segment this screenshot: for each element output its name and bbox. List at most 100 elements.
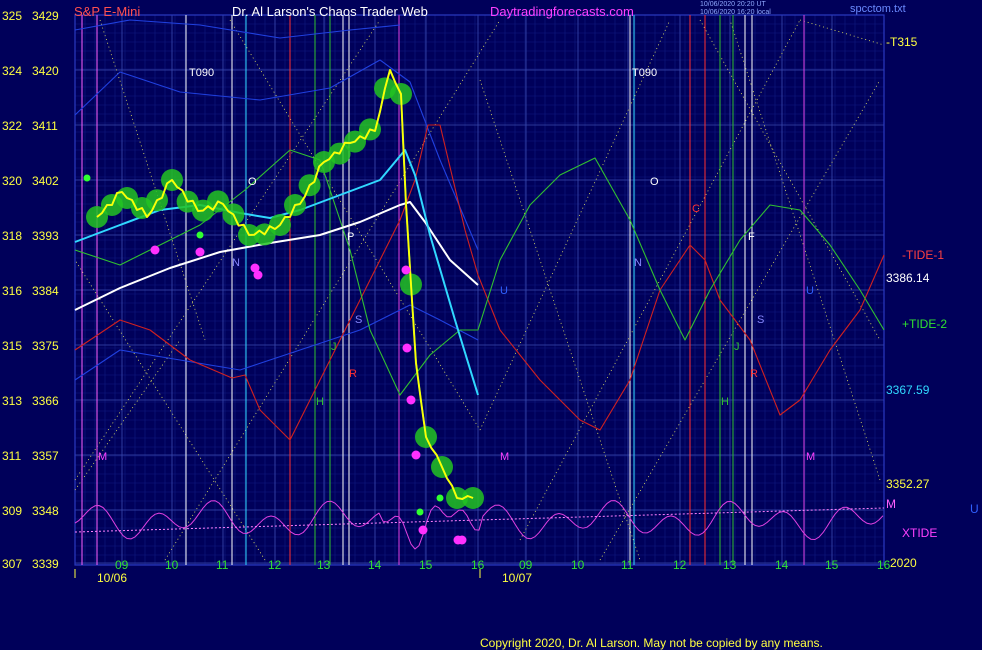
timestamp-local: 10/06/2020 16:20 local xyxy=(700,9,771,16)
pivot-dot xyxy=(406,395,416,405)
chart-window: { "header": { "symbol": "S&P E-Mini", "t… xyxy=(0,0,982,650)
x-axis-hour-label: 09 xyxy=(115,558,129,572)
y-axis-level-label: 320 xyxy=(2,174,22,188)
x-axis-hour-label: 15 xyxy=(825,558,839,572)
x-axis-date-label: 10/06 xyxy=(97,571,127,585)
x-axis-hour-label: 15 xyxy=(419,558,433,572)
x-axis-hour-label: 12 xyxy=(673,558,687,572)
letter-marker: J xyxy=(734,341,740,353)
pivot-dot xyxy=(418,525,428,535)
pivot-dot xyxy=(402,343,412,353)
right-axis-label: 3386.14 xyxy=(886,271,930,285)
y-axis-price-label: 3411 xyxy=(32,119,58,133)
x-axis-hour-label: 10 xyxy=(571,558,585,572)
letter-marker: U xyxy=(500,285,508,297)
glow-marker xyxy=(196,231,204,239)
data-file-label: spcctom.txt xyxy=(850,3,906,15)
y-axis-price-label: 3339 xyxy=(32,557,59,571)
y-axis-price-label: 3429 xyxy=(32,9,59,23)
right-axis-label: XTIDE xyxy=(902,526,937,540)
x-axis-hour-label: 16 xyxy=(877,558,891,572)
right-axis-label: U xyxy=(970,502,979,516)
letter-marker: J xyxy=(331,341,337,353)
y-axis-level-label: 309 xyxy=(2,504,22,518)
x-axis-hour-label: 11 xyxy=(216,558,229,572)
x-axis-hour-label: 13 xyxy=(723,558,737,572)
site-link[interactable]: Daytradingforecasts.com xyxy=(490,4,634,19)
glow-marker xyxy=(83,174,91,182)
x-axis-hour-label: 09 xyxy=(519,558,533,572)
letter-marker: R xyxy=(750,368,758,380)
letter-marker: H xyxy=(316,396,324,408)
pivot-dot xyxy=(150,245,160,255)
symbol-label: S&P E-Mini xyxy=(74,4,141,19)
y-axis-price-label: 3420 xyxy=(32,64,59,78)
y-axis-level-label: 316 xyxy=(2,284,22,298)
dotted-projection-line xyxy=(74,259,266,561)
letter-marker: U xyxy=(806,285,814,297)
x-axis-hour-label: 16 xyxy=(471,558,485,572)
y-axis-level-label: 318 xyxy=(2,229,22,243)
copyright: Copyright 2020, Dr. Al Larson. May not b… xyxy=(480,636,823,650)
y-axis-level-label: 311 xyxy=(2,449,21,463)
y-axis-price-label: 3348 xyxy=(32,504,59,518)
y-axis-price-label: 3393 xyxy=(32,229,59,243)
chart-title: Dr. Al Larson's Chaos Trader Web xyxy=(232,4,428,19)
letter-marker: M xyxy=(500,451,509,463)
glow-marker xyxy=(416,508,424,516)
x-axis-date-label: 10/07 xyxy=(502,571,532,585)
y-axis-price-label: 3384 xyxy=(32,284,59,298)
pivot-dot xyxy=(401,265,411,275)
letter-marker: H xyxy=(721,396,729,408)
letter-marker: S xyxy=(757,314,764,326)
timestamp-ut: 10/06/2020 20:20 UT xyxy=(700,1,766,8)
time-marker-label: T090 xyxy=(632,67,657,79)
dotted-projection-line xyxy=(519,19,801,541)
pivot-dot xyxy=(253,270,263,280)
tide-2-line xyxy=(74,149,885,396)
upper-band-2 xyxy=(74,19,401,39)
y-axis-level-label: 324 xyxy=(2,64,22,78)
x-axis-hour-label: 14 xyxy=(775,558,789,572)
right-axis-label: -TIDE-1 xyxy=(902,248,944,262)
letter-marker: C xyxy=(692,203,700,215)
letter-marker: R xyxy=(349,368,357,380)
letter-marker: N xyxy=(232,257,240,269)
dotted-projection-line xyxy=(74,339,181,491)
right-axis-label: 3367.59 xyxy=(886,383,930,397)
x-axis-hour-label: 13 xyxy=(317,558,331,572)
y-axis-level-label: 325 xyxy=(2,9,22,23)
letter-marker: M xyxy=(806,451,815,463)
dotted-projection-line xyxy=(599,79,881,561)
y-axis-price-label: 3357 xyxy=(32,449,59,463)
y-axis-price-label: 3375 xyxy=(32,339,59,353)
letter-marker: O xyxy=(248,176,257,188)
right-axis-label: 3352.27 xyxy=(886,477,930,491)
chart-plot: 325 3429 324 3420 322 3411 320 3402 318 3393 316 33… xyxy=(2,9,979,585)
right-axis-label: -T315 xyxy=(886,35,918,49)
pivot-dot xyxy=(195,247,205,257)
xtide-line xyxy=(74,500,884,550)
right-axis-label: +TIDE-2 xyxy=(902,317,947,331)
pivot-dot xyxy=(411,450,421,460)
letter-marker: P xyxy=(347,231,354,243)
letter-marker: N xyxy=(634,257,642,269)
x-axis-hour-label: 11 xyxy=(621,558,634,572)
dotted-projection-line xyxy=(479,79,641,561)
glow-marker xyxy=(436,494,444,502)
letter-marker: M xyxy=(98,451,107,463)
letter-marker: O xyxy=(650,176,659,188)
y-axis-level-label: 322 xyxy=(2,119,22,133)
y-axis-level-label: 307 xyxy=(2,557,22,571)
letter-marker: S xyxy=(355,314,362,326)
time-marker-label: T090 xyxy=(189,67,214,79)
right-axis-label: M xyxy=(886,497,896,511)
y-axis-price-label: 3402 xyxy=(32,174,59,188)
letter-marker: F xyxy=(748,231,755,243)
pivot-dot xyxy=(457,535,467,545)
x-axis-hour-label: 12 xyxy=(268,558,282,572)
x-axis-hour-label: 14 xyxy=(368,558,382,572)
y-axis-level-label: 313 xyxy=(2,394,22,408)
x-axis-hour-label: 10 xyxy=(165,558,179,572)
y-axis-price-label: 3366 xyxy=(32,394,59,408)
